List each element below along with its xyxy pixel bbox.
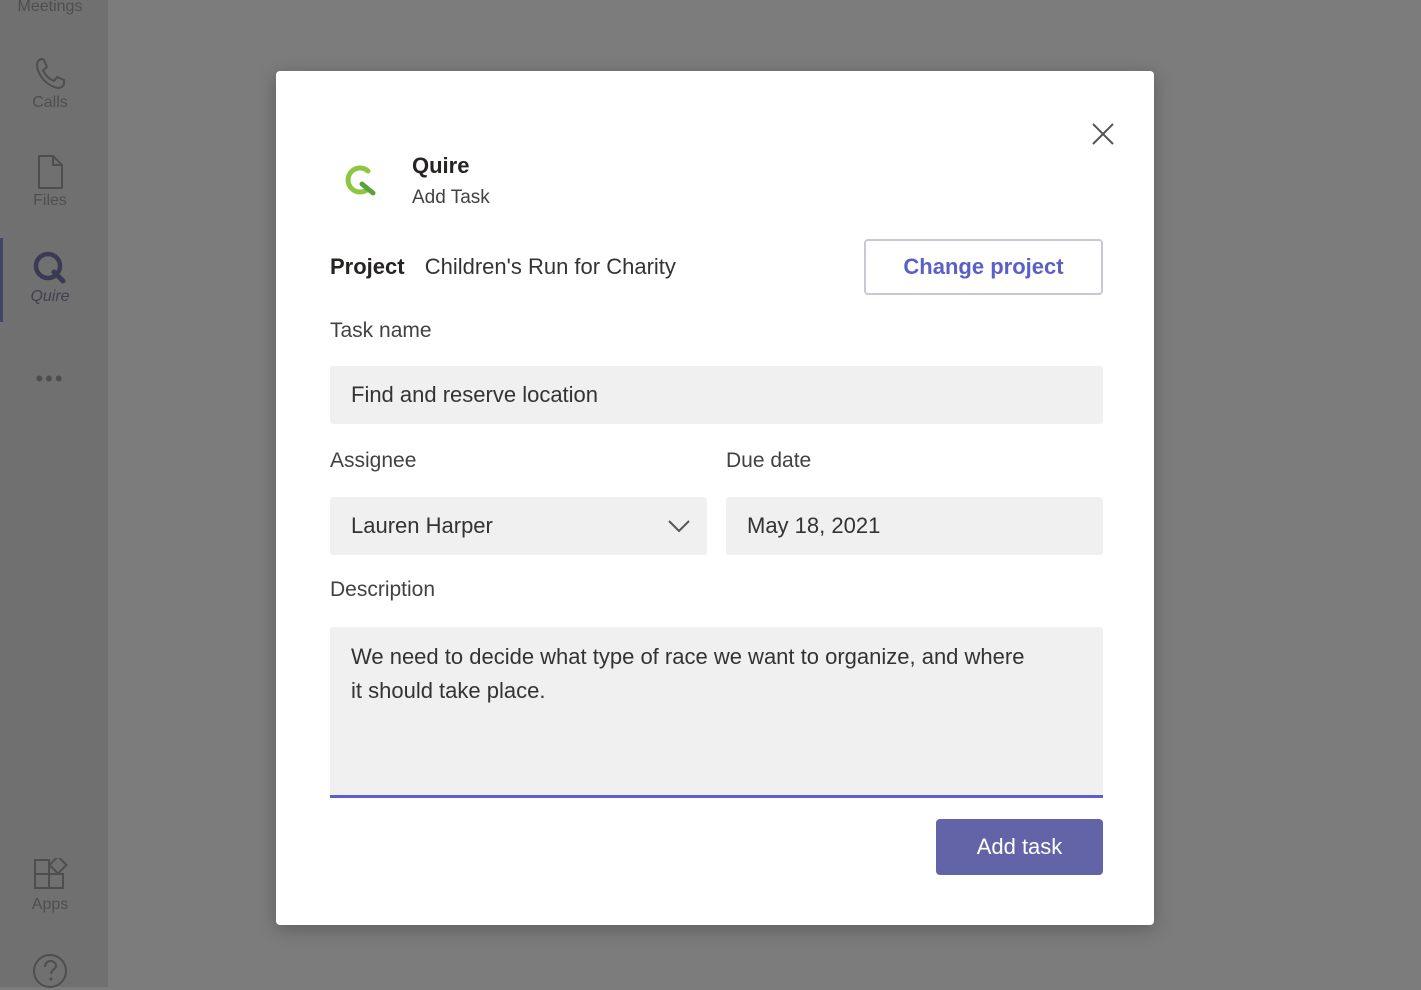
help-icon xyxy=(31,952,69,990)
description-label: Description xyxy=(330,578,436,601)
due-date-value: May 18, 2021 xyxy=(747,513,881,538)
description-textarea[interactable]: We need to decide what type of race we w… xyxy=(330,627,1103,798)
close-button[interactable] xyxy=(1088,121,1118,151)
close-icon xyxy=(1090,121,1116,152)
file-icon xyxy=(35,154,65,190)
phone-icon xyxy=(33,56,67,92)
rail-item-label: Meetings xyxy=(17,0,83,15)
due-date-label: Due date xyxy=(726,449,812,472)
chevron-down-icon xyxy=(667,513,691,539)
assignee-value: Lauren Harper xyxy=(351,513,493,538)
task-name-input[interactable]: Find and reserve location xyxy=(330,366,1103,424)
task-name-value: Find and reserve location xyxy=(351,382,599,407)
rail-item-label: Calls xyxy=(32,94,68,111)
description-value: We need to decide what type of race we w… xyxy=(351,644,1025,703)
project-value: Children's Run for Charity xyxy=(424,254,676,279)
quire-icon xyxy=(32,250,68,286)
more-icon: ••• xyxy=(35,366,65,391)
project-row: Project Children's Run for Charity xyxy=(330,254,676,280)
rail-item-apps[interactable]: Apps xyxy=(0,858,100,914)
more-apps-button[interactable]: ••• xyxy=(0,366,100,392)
help-button[interactable] xyxy=(0,952,100,990)
change-project-button[interactable]: Change project xyxy=(864,239,1103,295)
app-rail: Meetings Calls Files Quire ••• Apps xyxy=(0,0,108,990)
quire-logo xyxy=(338,159,382,208)
rail-item-label: Quire xyxy=(30,288,70,305)
dialog-subtitle: Add Task xyxy=(412,187,490,208)
rail-item-quire[interactable]: Quire xyxy=(0,250,100,306)
rail-item-label: Apps xyxy=(31,896,69,913)
assignee-dropdown[interactable]: Lauren Harper xyxy=(330,497,707,555)
project-label: Project xyxy=(330,254,405,279)
add-task-button[interactable]: Add task xyxy=(936,819,1103,875)
rail-item-files[interactable]: Files xyxy=(0,154,100,210)
assignee-label: Assignee xyxy=(330,449,417,472)
task-name-label: Task name xyxy=(330,319,432,342)
apps-icon xyxy=(32,858,68,894)
due-date-input[interactable]: May 18, 2021 xyxy=(726,497,1103,555)
rail-item-label: Files xyxy=(33,192,67,209)
rail-item-meetings[interactable]: Meetings xyxy=(0,0,100,16)
add-task-dialog: Quire Add Task Project Children's Run fo… xyxy=(276,71,1154,925)
rail-item-calls[interactable]: Calls xyxy=(0,56,100,112)
app-name: Quire xyxy=(412,153,470,178)
